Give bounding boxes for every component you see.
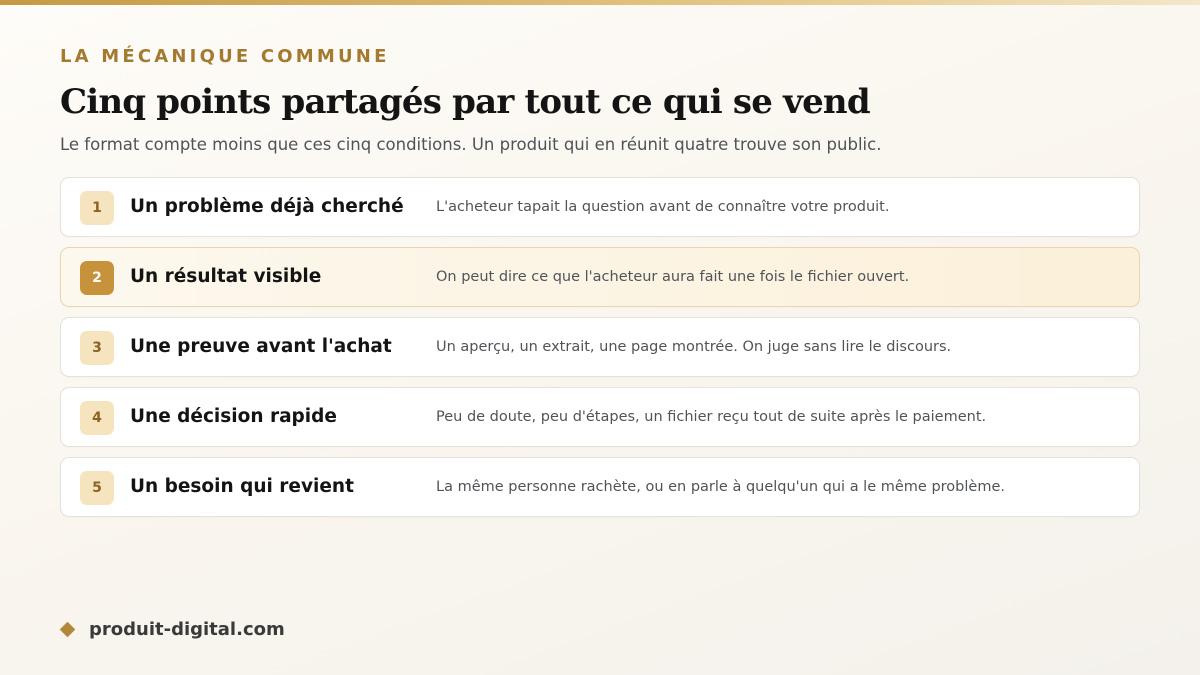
item-description: La même personne rachète, ou en parle à … [436, 479, 1005, 495]
item-label: Un problème déjà cherché [130, 196, 404, 217]
item-number-badge: 4 [80, 401, 114, 435]
page-subtitle: Le format compte moins que ces cinq cond… [60, 135, 882, 154]
item-number-badge: 1 [80, 191, 114, 225]
item-label: Une preuve avant l'achat [130, 336, 392, 357]
footer: produit-digital.com [59, 619, 285, 640]
points-list: 1 Un problème déjà cherché L'acheteur ta… [60, 177, 1140, 527]
item-description: L'acheteur tapait la question avant de c… [436, 199, 890, 215]
list-item-highlighted: 2 Un résultat visible On peut dire ce qu… [60, 247, 1140, 307]
item-label: Un résultat visible [130, 266, 322, 287]
list-item: 1 Un problème déjà cherché L'acheteur ta… [60, 177, 1140, 237]
eyebrow-label: LA MÉCANIQUE COMMUNE [60, 46, 390, 67]
item-number-badge: 3 [80, 331, 114, 365]
item-label: Une décision rapide [130, 406, 337, 427]
list-item: 4 Une décision rapide Peu de doute, peu … [60, 387, 1140, 447]
item-description: Un aperçu, un extrait, une page montrée.… [436, 339, 952, 355]
list-item: 3 Une preuve avant l'achat Un aperçu, un… [60, 317, 1140, 377]
item-description: On peut dire ce que l'acheteur aura fait… [436, 269, 910, 285]
list-item: 5 Un besoin qui revient La même personne… [60, 457, 1140, 517]
top-accent-bar [0, 0, 1200, 5]
item-number-badge: 5 [80, 471, 114, 505]
item-description: Peu de doute, peu d'étapes, un fichier r… [436, 409, 987, 425]
item-number-badge: 2 [80, 261, 114, 295]
item-label: Un besoin qui revient [130, 476, 354, 497]
footer-site-name: produit-digital.com [89, 619, 285, 640]
diamond-icon [59, 621, 76, 638]
page-title: Cinq points partagés par tout ce qui se … [60, 82, 871, 122]
